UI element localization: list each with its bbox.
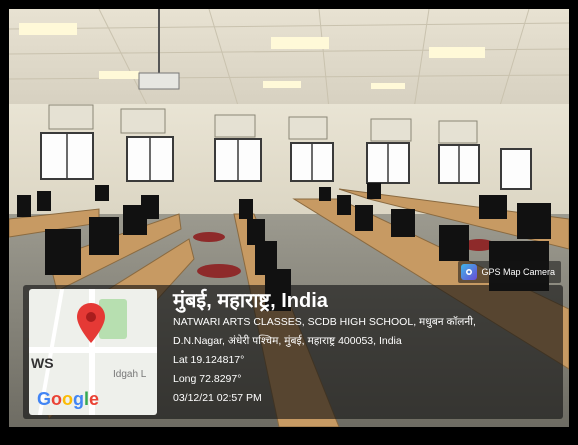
badge-label: GPS Map Camera (481, 267, 555, 277)
gps-map-camera-badge: GPS Map Camera (458, 261, 561, 283)
map-label-idgah: Idgah L (113, 369, 147, 380)
location-text: मुंबई, महाराष्ट्र, India NATWARI ARTS CL… (173, 289, 476, 408)
location-overlay: WS Idgah L Google मुंबई, महाराष्ट्र, Ind… (23, 285, 563, 419)
location-title: मुंबई, महाराष्ट्र, India (173, 290, 328, 312)
google-logo: Google (37, 389, 100, 409)
map-label-ws: WS (31, 355, 54, 371)
latitude: Lat 19.124817° (173, 354, 245, 366)
photo-frame: GPS Map Camera WS Idgah L Google मुंबई, … (9, 9, 569, 427)
map-thumbnail: WS Idgah L Google (29, 289, 157, 415)
timestamp: 03/12/21 02:57 PM (173, 392, 262, 404)
longitude: Long 72.8297° (173, 373, 242, 385)
map-pin-icon (77, 303, 105, 343)
address-line-2: D.N.Nagar, अंधेरी पश्चिम, मुंबई, महाराष्… (173, 335, 402, 347)
address-line-1: NATWARI ARTS CLASSES, SCDB HIGH SCHOOL, … (173, 316, 476, 328)
gps-camera-icon (461, 264, 478, 280)
